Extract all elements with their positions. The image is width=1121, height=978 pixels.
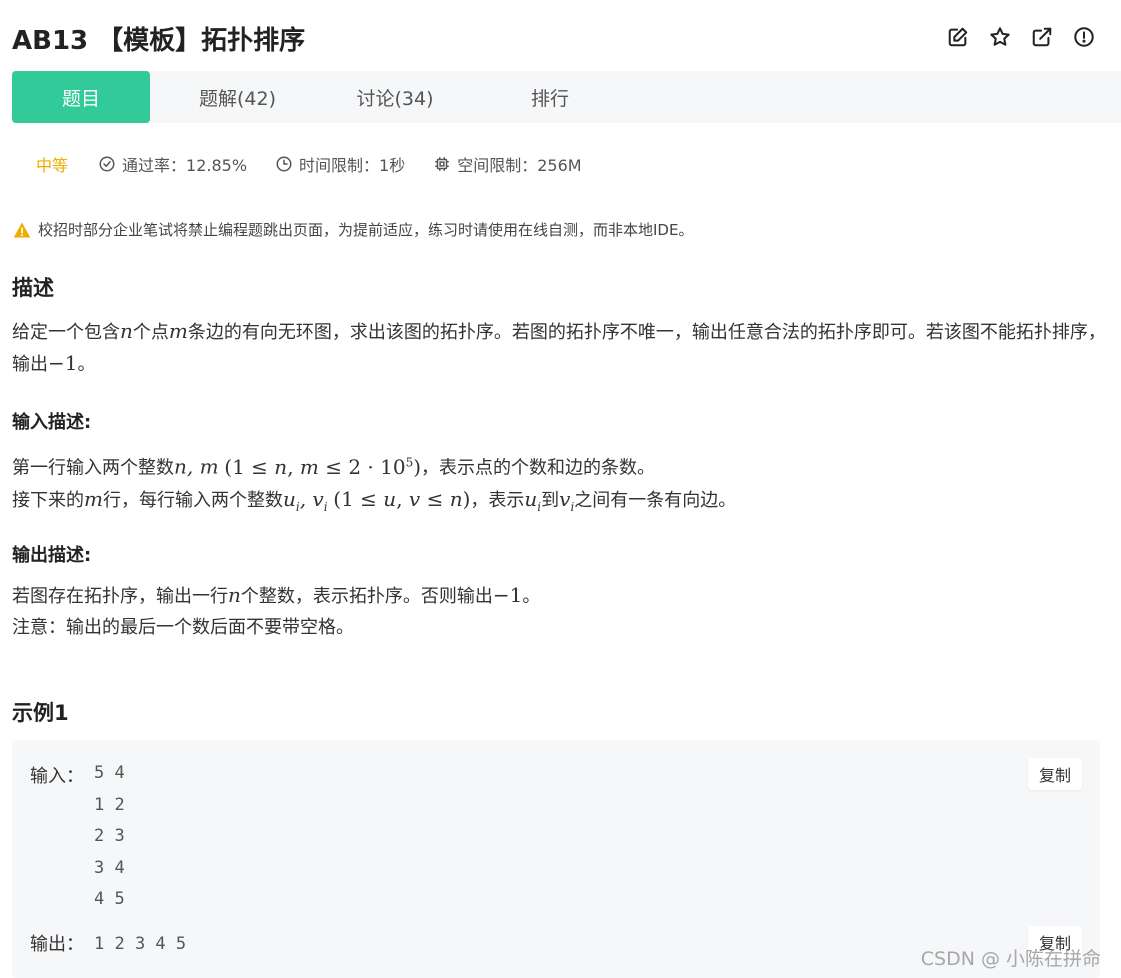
warning-text: 校招时部分企业笔试将禁止编程题跳出页面，为提前适应，练习时请使用在线自测，而非本… [38, 221, 694, 239]
input-description: 第一行输入两个整数n, m (1 ≤ n, m ≤ 2 · 105)，表示点的个… [12, 454, 737, 514]
clock-icon [276, 156, 292, 172]
tab-solutions[interactable]: 题解(42) [150, 71, 325, 123]
star-icon[interactable] [989, 26, 1011, 48]
page-title: AB13 【模板】拓扑排序 [12, 26, 306, 56]
pass-rate: 通过率：12.85% [98, 152, 247, 176]
header-actions [947, 26, 1095, 48]
problem-meta: 中等 通过率：12.85% 时间限制：1秒 空间限制：256M [36, 151, 610, 177]
tab-bar: 题目 题解(42) 讨论(34) 排行 [12, 71, 1121, 123]
chip-icon [435, 157, 449, 171]
description-heading: 描述 [12, 276, 54, 300]
difficulty-badge: 中等 [36, 156, 69, 175]
check-circle-icon [99, 156, 115, 172]
pass-rate-text: 通过率：12.85% [122, 156, 248, 175]
problem-page: AB13 【模板】拓扑排序 题目 题解(42) 讨论(34) 排行 中等 通过率… [0, 0, 1121, 978]
example-box: 输入： 5 4 1 2 2 3 3 4 4 5 复制 输出： 1 2 3 4 5… [12, 740, 1100, 978]
space-limit: 空间限制：256M [433, 152, 582, 176]
example-input: 5 4 1 2 2 3 3 4 4 5 [94, 763, 125, 909]
tab-discussion[interactable]: 讨论(34) [325, 71, 465, 123]
warning-notice: 校招时部分企业笔试将禁止编程题跳出页面，为提前适应，练习时请使用在线自测，而非本… [12, 219, 693, 240]
description-text: 给定一个包含n个点m条边的有向无环图，求出该图的拓扑序。若图的拓扑序不唯一，输出… [12, 319, 1106, 375]
time-limit-text: 时间限制：1秒 [299, 156, 406, 175]
example-heading: 示例1 [12, 701, 69, 725]
report-icon[interactable] [1073, 26, 1095, 48]
time-limit: 时间限制：1秒 [275, 152, 405, 176]
warning-icon [13, 222, 31, 237]
open-external-icon[interactable] [1031, 26, 1053, 48]
example-output-label: 输出： [30, 934, 84, 955]
watermark: CSDN @ 小陈在拼命 [920, 948, 1101, 970]
copy-input-button[interactable]: 复制 [1028, 758, 1082, 790]
edit-icon[interactable] [947, 26, 969, 48]
output-heading: 输出描述: [12, 545, 92, 566]
output-description: 若图存在拓扑序，输出一行n个整数，表示拓扑序。否则输出−1。 注意：输出的最后一个… [12, 583, 541, 638]
example-output: 1 2 3 4 5 [94, 934, 187, 954]
example-input-label: 输入： [30, 766, 84, 787]
tab-problem[interactable]: 题目 [12, 71, 150, 123]
space-limit-text: 空间限制：256M [457, 156, 582, 175]
input-heading: 输入描述: [12, 412, 92, 433]
tab-ranking[interactable]: 排行 [465, 71, 635, 123]
header: AB13 【模板】拓扑排序 [0, 0, 1121, 72]
